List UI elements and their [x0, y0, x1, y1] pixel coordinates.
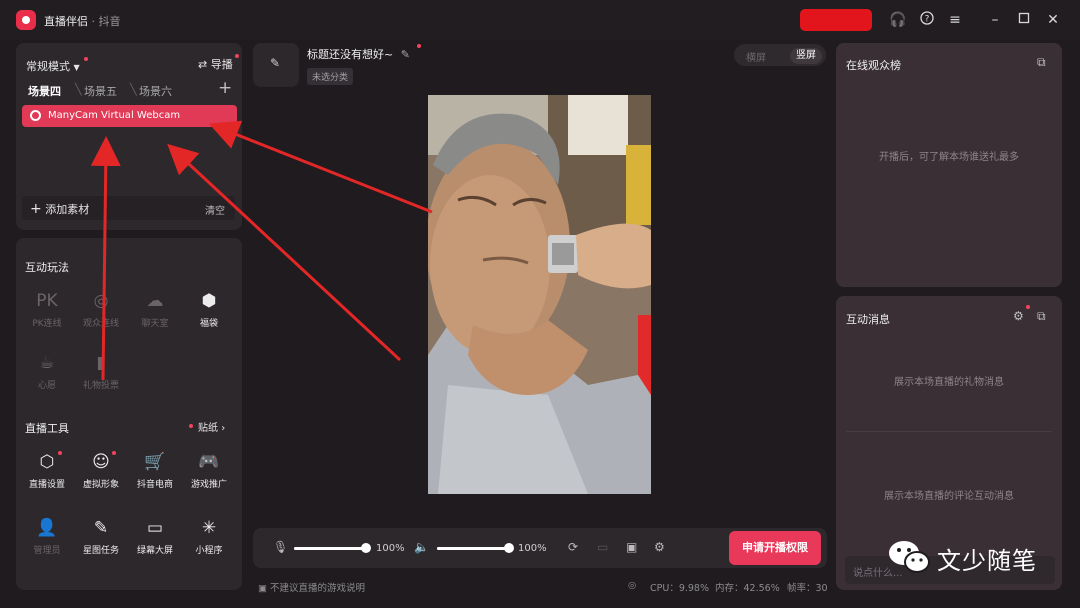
speaker-volume-value: 100%: [518, 543, 547, 554]
speaker-icon[interactable]: 🔈: [414, 540, 429, 554]
popout-icon[interactable]: ⧉: [1037, 309, 1046, 324]
memory-usage: 内存：42.56%: [715, 583, 780, 594]
audience-panel: [836, 43, 1062, 287]
divider: [846, 431, 1052, 432]
info-icon: ▣: [258, 583, 267, 594]
cpu-usage: CPU：9.98%: [650, 583, 709, 594]
comment-hint: 展示本场直播的评论互动消息: [884, 491, 1014, 502]
settings-gear-icon[interactable]: ⚙: [654, 540, 665, 554]
speaker-volume-slider[interactable]: [437, 547, 509, 550]
arrow-diagonal: [167, 143, 402, 362]
audience-title: 在线观众榜: [846, 59, 901, 72]
speaker-volume-fill: [437, 547, 509, 550]
audience-hint: 开播后，可了解本场谁送礼最多: [879, 152, 1019, 163]
popout-icon[interactable]: ⧉: [1037, 55, 1046, 70]
microphone-icon[interactable]: 🎙: [273, 540, 288, 554]
tool-badge-dot: [58, 451, 62, 455]
game-notice-label: 不建议直播的游戏说明: [270, 583, 366, 594]
mic-volume-value: 100%: [376, 543, 405, 554]
arrow-from-preview: [208, 120, 433, 214]
refresh-icon[interactable]: ⟳: [568, 540, 578, 554]
messages-title: 互动消息: [846, 313, 890, 326]
mic-volume-fill: [294, 547, 366, 550]
settings-icon[interactable]: ⚙: [1013, 309, 1024, 323]
wechat-logo-icon: [889, 541, 930, 573]
status-icon: ◎: [628, 580, 637, 591]
watermark-text: 文少随笔: [937, 547, 1037, 575]
record-icon[interactable]: ▭: [597, 540, 608, 554]
tool-badge-dot: [112, 451, 116, 455]
camera-icon[interactable]: ▣: [626, 540, 637, 554]
mic-volume-slider[interactable]: [294, 547, 366, 550]
gift-hint: 展示本场直播的礼物消息: [894, 377, 1004, 388]
game-notice-link[interactable]: ▣ 不建议直播的游戏说明: [258, 580, 365, 594]
mic-volume-knob[interactable]: [361, 543, 371, 553]
apply-broadcast-button[interactable]: 申请开播权限: [729, 531, 821, 565]
arrow-up: [90, 136, 121, 381]
speaker-volume-knob[interactable]: [504, 543, 514, 553]
frame-rate: 帧率：30: [787, 583, 828, 594]
settings-dot: [1026, 305, 1030, 309]
